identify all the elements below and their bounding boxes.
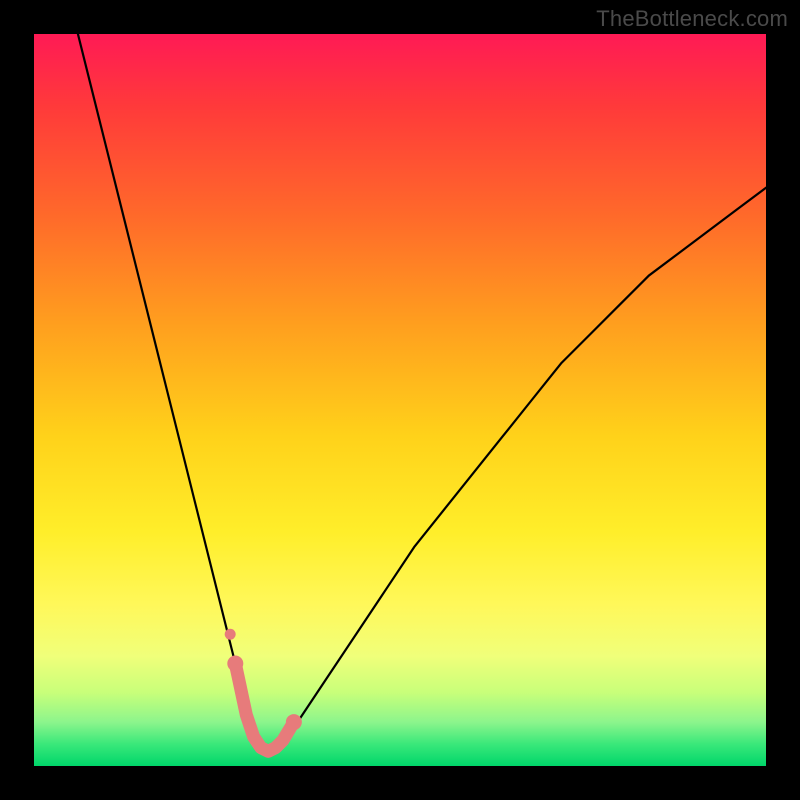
plot-area	[34, 34, 766, 766]
watermark-text: TheBottleneck.com	[596, 6, 788, 32]
marker-stroke	[235, 664, 294, 752]
bottleneck-curve	[78, 34, 766, 751]
marker-dot	[227, 656, 243, 672]
marker-outlier-dot	[225, 629, 236, 640]
curve-layer	[34, 34, 766, 766]
marker-dot	[286, 714, 302, 730]
highlighted-range	[225, 629, 302, 752]
chart-frame: TheBottleneck.com	[0, 0, 800, 800]
